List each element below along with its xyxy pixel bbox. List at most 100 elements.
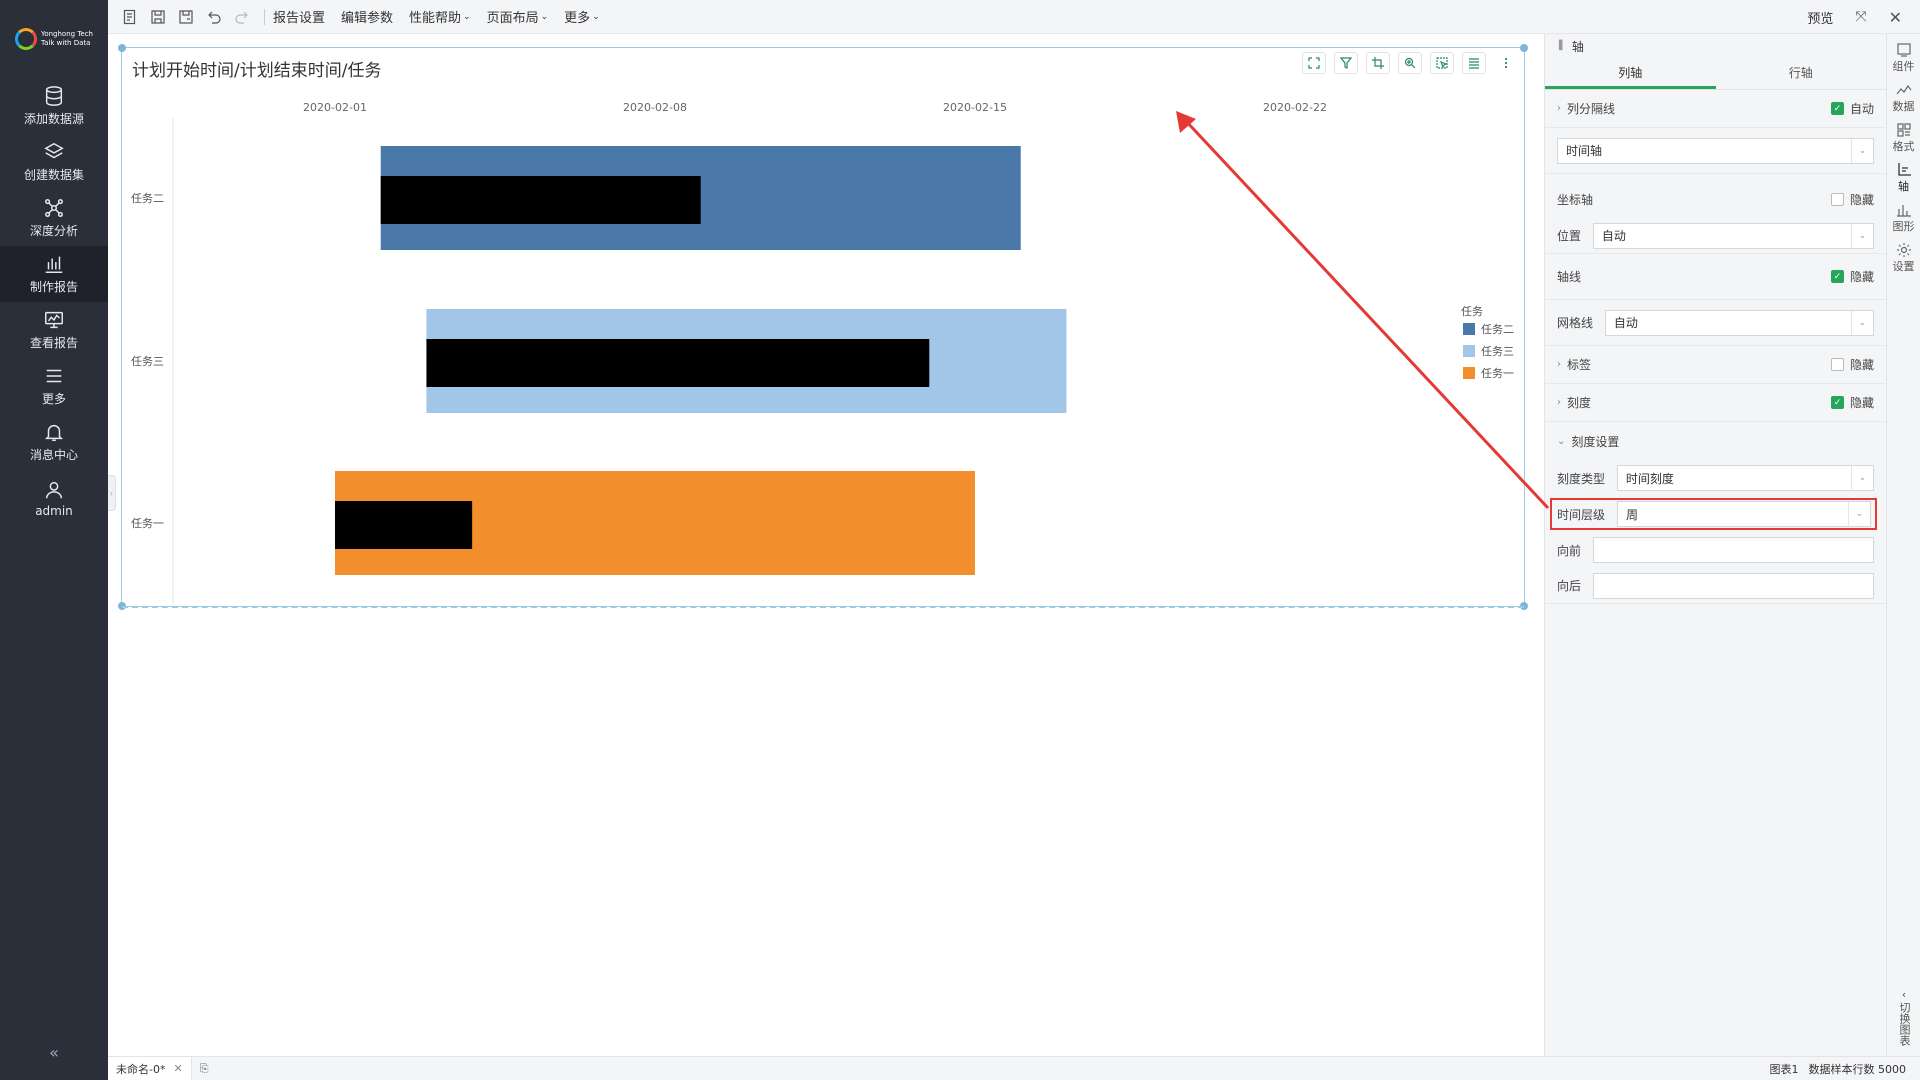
nav-label: 创建数据集	[23, 168, 84, 182]
database-icon	[45, 86, 63, 106]
axisline-label: 轴线	[1557, 270, 1582, 284]
nav-user[interactable]: admin	[0, 470, 108, 526]
nav-create-dataset[interactable]: 创建数据集	[0, 134, 108, 190]
nav-view-report[interactable]: 查看报告	[0, 302, 108, 358]
nav-label: 查看报告	[29, 336, 78, 350]
axis-type-select[interactable]: 时间轴 ⌄	[1557, 137, 1874, 164]
strip-settings[interactable]: 设置	[1887, 242, 1920, 274]
nav-messages[interactable]: 消息中心	[0, 414, 108, 470]
col-divider-row[interactable]: › 列分隔线 ✓ 自动	[1545, 90, 1886, 128]
network-icon	[45, 199, 63, 217]
strip-component[interactable]: 组件	[1887, 42, 1920, 74]
tab-row-axis[interactable]: 行轴	[1716, 58, 1887, 89]
tab-column-axis[interactable]: 列轴	[1545, 58, 1716, 89]
zoom-icon[interactable]	[1398, 52, 1422, 74]
legend-label: 任务二	[1481, 323, 1514, 336]
strip-shape[interactable]: 图形	[1887, 202, 1920, 234]
switch-chart-button[interactable]: ‹ 切换图表	[1887, 988, 1920, 1046]
chevron-down-icon: ⌄	[1851, 466, 1873, 490]
monitor-icon	[45, 311, 63, 329]
close-icon[interactable]: ✕	[1889, 8, 1902, 27]
property-panel: ▌ 轴 列轴 行轴 › 列分隔线 ✓ 自动 时间轴 ⌄ 坐标轴 隐藏 位置 自动 …	[1544, 34, 1886, 1056]
chevron-down-icon: ⌄	[463, 11, 471, 22]
axisline-hide-checkbox[interactable]: ✓	[1830, 270, 1844, 283]
chevron-left-icon: ‹	[1901, 988, 1907, 1001]
nav-label: 制作报告	[29, 280, 78, 294]
panel-collapse-icon[interactable]: ▌	[1559, 41, 1566, 51]
chevron-right-icon: ›	[1557, 103, 1561, 114]
axis-tabs: 列轴 行轴	[1545, 58, 1886, 90]
backward-input[interactable]	[1592, 572, 1874, 599]
close-tab-icon[interactable]: ✕	[173, 1062, 182, 1075]
redo-icon[interactable]	[228, 0, 256, 34]
chevron-right-icon: ›	[1557, 397, 1561, 408]
new-icon[interactable]	[116, 0, 144, 34]
collapse-nav-icon[interactable]: «	[0, 1043, 108, 1062]
list-icon[interactable]	[1462, 52, 1486, 74]
tag-row[interactable]: › 标签 隐藏	[1545, 346, 1886, 384]
time-level-label: 时间层级	[1557, 507, 1606, 522]
menu-performance-help[interactable]: 性能帮助 ⌄	[409, 7, 471, 26]
time-level-select[interactable]: 周 ⌄	[1617, 501, 1871, 527]
toolbar-divider	[264, 8, 265, 25]
user-icon	[45, 481, 63, 498]
report-file-icon[interactable]: ⎘	[200, 1062, 209, 1076]
legend-label: 任务三	[1481, 345, 1514, 358]
chart-toolbar	[1302, 52, 1518, 74]
gridline-select[interactable]: 自动 ⌄	[1604, 309, 1874, 336]
report-tab-label: 未命名-0*	[116, 1062, 166, 1076]
more-vertical-icon[interactable]	[1494, 52, 1518, 74]
scale-settings-row[interactable]: ⌄ 刻度设置	[1545, 422, 1886, 460]
menu-icon	[46, 369, 62, 383]
undo-icon[interactable]	[200, 0, 228, 34]
scale-type-select[interactable]: 时间刻度 ⌄	[1616, 465, 1874, 491]
scale-label: 刻度	[1567, 396, 1592, 410]
panel-toggle-icon[interactable]: ›	[108, 475, 116, 511]
axis-hide-checkbox[interactable]	[1830, 192, 1844, 206]
strip-data[interactable]: 数据	[1887, 82, 1920, 114]
nav-label: 更多	[41, 392, 66, 406]
menu-page-layout[interactable]: 页面布局 ⌄	[487, 7, 549, 26]
menu-more[interactable]: 更多 ⌄	[564, 7, 600, 26]
strip-format[interactable]: 格式	[1887, 122, 1920, 154]
crop-icon[interactable]	[1366, 52, 1390, 74]
report-canvas[interactable]: 2020-02-01 2020-02-08 2020-02-15 2020-02-22…	[108, 34, 1544, 1056]
preview-button[interactable]: 预览	[1807, 8, 1833, 27]
strip-axis[interactable]: 轴	[1887, 162, 1920, 194]
auto-checkbox[interactable]: ✓	[1830, 102, 1844, 115]
nav-more[interactable]: 更多	[0, 358, 108, 414]
brand-line2: Talk with Data	[40, 39, 91, 47]
redaction-block	[426, 339, 930, 387]
legend-swatch	[1463, 323, 1475, 335]
select-icon[interactable]	[1430, 52, 1454, 74]
col-divider-label: 列分隔线	[1567, 102, 1616, 116]
save-icon[interactable]	[144, 0, 172, 34]
fullscreen-icon[interactable]: ⤧	[1855, 9, 1866, 25]
logo: Yonghong Tech Talk with Data	[0, 0, 108, 78]
menu-edit-params[interactable]: 编辑参数	[341, 7, 393, 26]
nav-label: 添加数据源	[23, 112, 84, 126]
hide-label: 隐藏	[1849, 270, 1874, 284]
nav-deep-analysis[interactable]: 深度分析	[0, 190, 108, 246]
expand-icon[interactable]	[1302, 52, 1326, 74]
tag-hide-checkbox[interactable]	[1830, 358, 1844, 371]
chart-component[interactable]: 2020-02-01 2020-02-08 2020-02-15 2020-02-22…	[118, 44, 1528, 610]
auto-label: 自动	[1849, 102, 1874, 116]
chevron-down-icon: ⌄	[1851, 310, 1873, 335]
scale-type-label: 刻度类型	[1557, 471, 1606, 486]
forward-input[interactable]	[1592, 537, 1874, 563]
position-select[interactable]: 自动 ⌄	[1592, 222, 1874, 249]
y-category-label: 任务二	[131, 192, 164, 205]
nav-make-report[interactable]: 制作报告	[0, 246, 108, 302]
left-nav: Yonghong Tech Talk with Data 添加数据源 创建数据集…	[0, 0, 108, 1080]
scale-row[interactable]: › 刻度 ✓ 隐藏	[1545, 384, 1886, 422]
filter-icon[interactable]	[1334, 52, 1358, 74]
nav-label: admin	[35, 503, 73, 518]
menu-report-settings[interactable]: 报告设置	[273, 7, 325, 26]
switch-chart-label: 切换图表	[1898, 1002, 1911, 1046]
nav-add-datasource[interactable]: 添加数据源	[0, 78, 108, 134]
save-as-icon[interactable]	[172, 0, 200, 34]
scale-hide-checkbox[interactable]: ✓	[1830, 396, 1844, 409]
position-label: 位置	[1557, 229, 1582, 243]
report-tab[interactable]: 未命名-0* ✕	[108, 1056, 192, 1080]
